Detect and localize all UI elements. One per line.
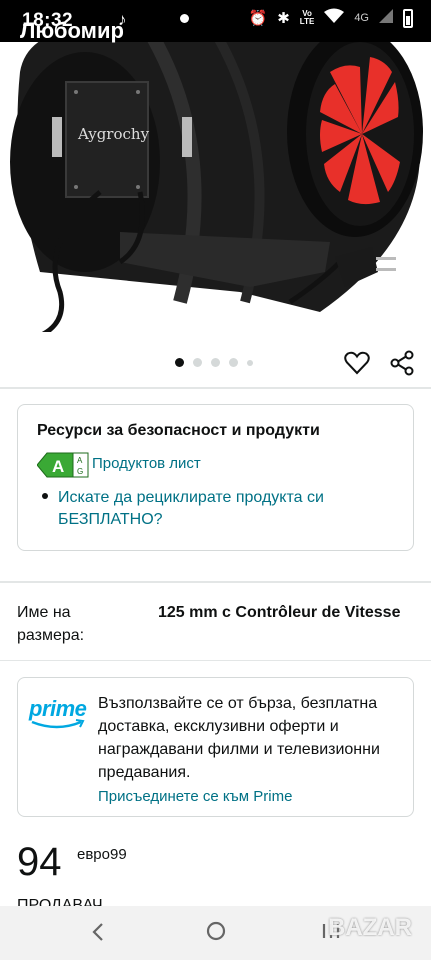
profile-name: Любомир xyxy=(20,18,124,43)
volte-icon: Vo LTE xyxy=(299,9,315,26)
home-icon[interactable] xyxy=(205,920,227,942)
battery-icon xyxy=(403,8,413,28)
bullet-icon xyxy=(42,493,48,499)
safety-resources-card: Ресурси за безопасност и продукти A A G … xyxy=(17,404,414,551)
svg-text:G: G xyxy=(77,467,83,476)
notification-icons: ♪ xyxy=(118,10,127,30)
notification-dot-icon xyxy=(180,14,189,23)
image-carousel-indicator[interactable] xyxy=(175,358,253,367)
status-icons: ⏰ ✱ Vo LTE 4G xyxy=(249,8,413,28)
prime-promo-card[interactable]: prime Възползвайте се от бърза, безплатн… xyxy=(17,677,414,817)
brand-label: Aygrochy xyxy=(77,125,150,143)
energy-label-icon[interactable]: A A G xyxy=(36,452,89,478)
wifi-icon xyxy=(324,8,345,28)
share-icon[interactable] xyxy=(389,350,415,376)
prime-description: Възползвайте се от бърза, безплатна дост… xyxy=(98,695,380,781)
join-prime-link[interactable]: Присъединете се към Prime xyxy=(98,788,292,805)
section-divider xyxy=(0,387,431,389)
carousel-dot-active[interactable] xyxy=(175,358,184,367)
price-whole: 94 xyxy=(17,840,62,884)
signal-icon xyxy=(379,9,393,27)
size-name-label: Име на размера: xyxy=(17,604,85,644)
svg-text:A: A xyxy=(77,456,83,465)
size-name-value[interactable]: 125 mm с Contrôleur de Vitesse xyxy=(158,601,408,624)
back-icon[interactable] xyxy=(88,921,110,943)
prime-logo-icon: prime xyxy=(29,696,93,736)
system-nav-bar: BAZAR xyxy=(0,906,431,960)
wishlist-heart-icon[interactable] xyxy=(344,350,370,376)
carousel-dot[interactable] xyxy=(247,359,253,366)
price-currency-fraction: евро99 xyxy=(77,846,127,863)
music-note-icon: ♪ xyxy=(118,10,127,29)
alarm-icon: ⏰ xyxy=(248,10,268,27)
recycle-link[interactable]: Искате да рециклирате продукта си БЕЗПЛА… xyxy=(58,487,388,531)
section-divider xyxy=(0,581,431,583)
bluetooth-icon: ✱ xyxy=(277,10,290,27)
cut-off-heading: ПРОДАВАЧ xyxy=(17,898,103,906)
watermark-logo: BAZAR xyxy=(328,914,412,941)
product-sheet-link[interactable]: Продуктов лист xyxy=(92,455,201,472)
energy-class: A xyxy=(52,457,64,476)
status-bar: 18:32 Любомир ♪ ⏰ ✱ Vo LTE 4G xyxy=(0,0,431,43)
resources-title: Ресурси за безопасност и продукти xyxy=(37,422,320,439)
product-image[interactable]: Aygrochy xyxy=(0,42,431,332)
section-divider xyxy=(0,660,431,661)
duct-fan-illustration: Aygrochy xyxy=(10,42,423,332)
carousel-dot[interactable] xyxy=(193,358,202,367)
carousel-dot[interactable] xyxy=(211,358,220,367)
carousel-dot[interactable] xyxy=(229,358,238,367)
network-type: 4G xyxy=(354,12,369,24)
